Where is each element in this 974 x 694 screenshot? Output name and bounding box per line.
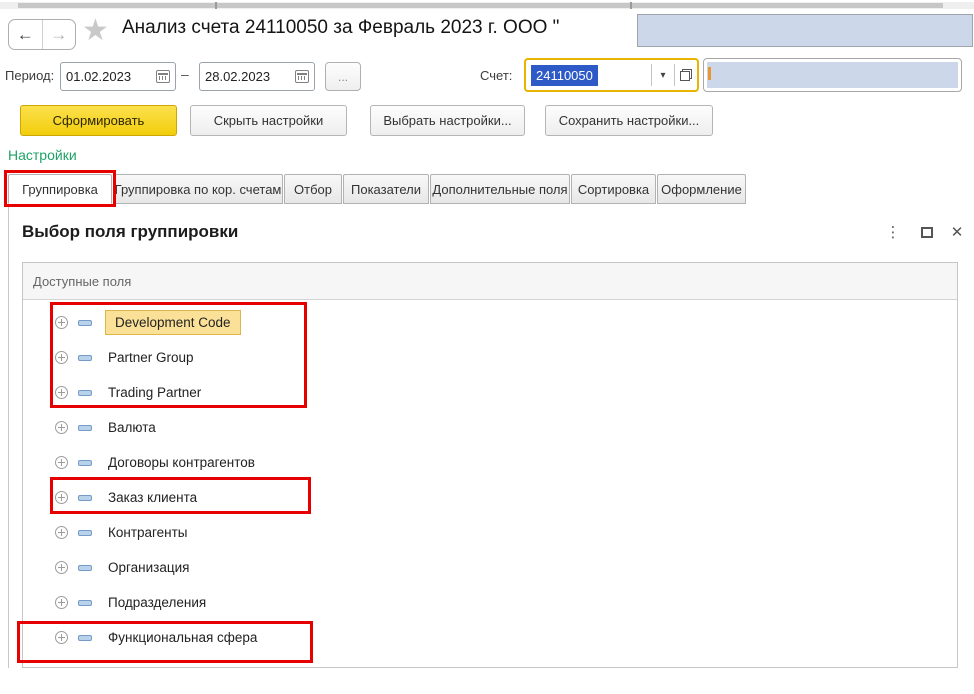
- list-item-zakaz-klienta[interactable]: Заказ клиента: [23, 480, 957, 515]
- account-name-redaction-box: [707, 62, 958, 88]
- field-dash-icon: [78, 355, 92, 361]
- tab-otbor[interactable]: Отбор: [284, 174, 342, 204]
- expand-plus-icon[interactable]: [55, 526, 68, 539]
- generate-button[interactable]: Сформировать: [20, 105, 177, 136]
- tab-sortirovka[interactable]: Сортировка: [571, 174, 656, 204]
- panel-left-border: [8, 204, 9, 668]
- account-name-field[interactable]: [703, 58, 962, 92]
- list-column-header: Доступные поля: [23, 263, 957, 300]
- field-dash-icon: [78, 495, 92, 501]
- date-to-value[interactable]: 28.02.2023: [205, 69, 295, 84]
- list-item-funktsionalnaya-sfera[interactable]: Функциональная сфера: [23, 620, 957, 655]
- list-item-label: Валюта: [108, 420, 156, 435]
- list-item-podrazdeleniya[interactable]: Подразделения: [23, 585, 957, 620]
- list-item-label: Контрагенты: [108, 525, 188, 540]
- field-dash-icon: [78, 460, 92, 466]
- tab-dopolnitelnye-polya[interactable]: Дополнительные поля: [430, 174, 570, 204]
- favorite-star-icon[interactable]: ★: [82, 16, 109, 46]
- settings-section-label: Настройки: [8, 147, 77, 163]
- calendar-icon[interactable]: [295, 70, 309, 83]
- account-value-selected[interactable]: 24110050: [531, 65, 598, 86]
- tab-gruppirovka-po-kor-schetam[interactable]: Группировка по кор. счетам: [113, 174, 283, 204]
- date-from-input[interactable]: 01.02.2023: [60, 62, 176, 91]
- more-dots-icon: ⋮: [886, 223, 901, 241]
- dialog-close-button[interactable]: ✕: [946, 221, 968, 243]
- horizontal-scrollbar[interactable]: [0, 2, 974, 9]
- hide-settings-button[interactable]: Скрыть настройки: [190, 105, 347, 136]
- forward-button[interactable]: →: [42, 20, 76, 49]
- expand-plus-icon[interactable]: [55, 631, 68, 644]
- list-item-valyuta[interactable]: Валюта: [23, 410, 957, 445]
- scrollbar-tick: [215, 2, 217, 9]
- tab-oformlenie[interactable]: Оформление: [657, 174, 746, 204]
- expand-plus-icon[interactable]: [55, 596, 68, 609]
- history-nav: ← →: [8, 19, 76, 50]
- expand-plus-icon[interactable]: [55, 421, 68, 434]
- dialog-title: Выбор поля группировки: [22, 222, 238, 242]
- list-item-partner-group[interactable]: Partner Group: [23, 340, 957, 375]
- tab-gruppirovka[interactable]: Группировка: [8, 174, 112, 204]
- list-item-trading-partner[interactable]: Trading Partner: [23, 375, 957, 410]
- field-dash-icon: [78, 600, 92, 606]
- list-item-label: Development Code: [105, 310, 241, 335]
- choose-settings-button[interactable]: Выбрать настройки...: [370, 105, 525, 136]
- list-item-label: Организация: [108, 560, 189, 575]
- expand-plus-icon[interactable]: [55, 386, 68, 399]
- scrollbar-thumb[interactable]: [18, 3, 943, 8]
- available-fields-list: Доступные поля Development Code Partner …: [22, 262, 958, 668]
- field-dash-icon: [78, 530, 92, 536]
- account-open-button[interactable]: [675, 60, 697, 90]
- expand-plus-icon[interactable]: [55, 456, 68, 469]
- list-item-organizatsiya[interactable]: Организация: [23, 550, 957, 585]
- date-range-dash: –: [181, 66, 189, 82]
- period-label: Период:: [5, 68, 54, 83]
- field-dash-icon: [78, 425, 92, 431]
- save-settings-button[interactable]: Сохранить настройки...: [545, 105, 713, 136]
- open-list-icon: [680, 69, 692, 81]
- field-marker-tick: [708, 67, 711, 80]
- list-item-kontragenty[interactable]: Контрагенты: [23, 515, 957, 550]
- date-from-value[interactable]: 01.02.2023: [66, 69, 156, 84]
- date-to-input[interactable]: 28.02.2023: [199, 62, 315, 91]
- chevron-down-icon: ▾: [660, 70, 665, 81]
- list-item-label: Функциональная сфера: [108, 630, 257, 645]
- account-dropdown-button[interactable]: ▾: [652, 60, 674, 90]
- list-item-label: Подразделения: [108, 595, 206, 610]
- field-dash-icon: [78, 390, 92, 396]
- field-dash-icon: [78, 565, 92, 571]
- account-combo[interactable]: 24110050 ▾: [524, 58, 699, 92]
- page-title: Анализ счета 24110050 за Февраль 2023 г.…: [122, 17, 559, 39]
- maximize-icon: [921, 227, 933, 238]
- list-item-label: Договоры контрагентов: [108, 455, 255, 470]
- expand-plus-icon[interactable]: [55, 351, 68, 364]
- title-redaction-box: [637, 14, 973, 47]
- expand-plus-icon[interactable]: [55, 491, 68, 504]
- back-button[interactable]: ←: [9, 20, 42, 49]
- expand-plus-icon[interactable]: [55, 561, 68, 574]
- list-header-label: Доступные поля: [33, 274, 131, 289]
- dialog-more-button[interactable]: ⋮: [882, 221, 904, 243]
- close-icon: ✕: [951, 223, 964, 241]
- list-item-development-code[interactable]: Development Code: [23, 305, 957, 340]
- list-item-label: Partner Group: [108, 350, 194, 365]
- scrollbar-tick: [630, 2, 632, 9]
- tab-pokazateli[interactable]: Показатели: [343, 174, 429, 204]
- dialog-maximize-button[interactable]: [916, 221, 938, 243]
- field-dash-icon: [78, 635, 92, 641]
- calendar-icon[interactable]: [156, 70, 170, 83]
- expand-plus-icon[interactable]: [55, 316, 68, 329]
- settings-tabbar: Группировка Группировка по кор. счетам О…: [8, 174, 746, 204]
- period-more-button[interactable]: ...: [325, 62, 361, 91]
- list-item-label: Trading Partner: [108, 385, 201, 400]
- list-item-label: Заказ клиента: [108, 490, 197, 505]
- field-dash-icon: [78, 320, 92, 326]
- account-label: Счет:: [480, 68, 512, 83]
- list-item-dogovory-kontragentov[interactable]: Договоры контрагентов: [23, 445, 957, 480]
- fields-tree: Development Code Partner Group Trading P…: [23, 300, 957, 655]
